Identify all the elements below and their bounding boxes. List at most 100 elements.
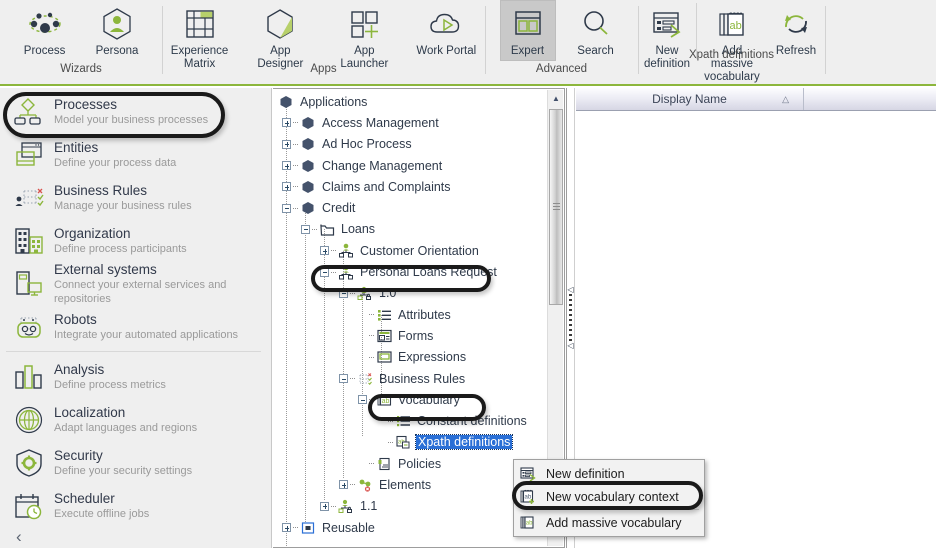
- grid-column-blank[interactable]: [804, 88, 936, 110]
- tree-node-label: Elements: [379, 477, 432, 492]
- ribbon-empty-area: [825, 0, 936, 84]
- expand-icon[interactable]: [282, 182, 291, 192]
- sidebar-item-localization[interactable]: Localization Adapt languages and regions: [0, 398, 271, 441]
- context-menu-item-new-definition[interactable]: New definition: [515, 462, 703, 485]
- scrollbar-thumb[interactable]: [549, 109, 563, 305]
- sidebar-item-analysis[interactable]: Analysis Define process metrics: [0, 355, 271, 398]
- tree-node[interactable]: Credit: [273, 197, 547, 218]
- ribbon-button-search[interactable]: Search: [568, 0, 624, 61]
- ribbon-button-label: Persona: [95, 45, 139, 57]
- sidebar-item-external-systems[interactable]: External systems Connect your external s…: [0, 262, 271, 305]
- tree-node[interactable]: Constant definitions: [273, 410, 547, 431]
- tree-node[interactable]: Reusable: [273, 517, 547, 538]
- expand-icon[interactable]: [282, 139, 291, 149]
- tree-node-xpath-definitions[interactable]: ab Xpath definitions: [273, 432, 547, 453]
- sidebar-item-subtitle: Integrate your automated applications: [54, 328, 239, 341]
- tree-node-personal-loans-request[interactable]: Personal Loans Request: [273, 261, 547, 282]
- work-portal-cloud-icon: [425, 5, 467, 43]
- elements-icon: [356, 477, 374, 493]
- tree-node-vocabulary[interactable]: ab Vocabulary: [273, 389, 547, 410]
- ribbon-button-work-portal[interactable]: Work Portal: [409, 0, 483, 61]
- sidebar-item-text: Robots Integrate your automated applicat…: [54, 312, 238, 342]
- sidebar-collapse-button[interactable]: ‹: [16, 528, 22, 546]
- application-hex-icon: [299, 200, 317, 216]
- context-menu-item-add-massive-vocabulary[interactable]: ab Add massive vocabulary: [515, 511, 703, 534]
- sidebar-item-scheduler[interactable]: Scheduler Execute offline jobs: [0, 484, 271, 527]
- ribbon-button-add-massive-vocabulary[interactable]: ab Add massive vocabulary: [697, 0, 767, 87]
- tree-node[interactable]: Customer Orientation: [273, 240, 547, 261]
- tree-node[interactable]: Claims and Complaints: [273, 176, 547, 197]
- collapse-icon[interactable]: [282, 203, 291, 213]
- ribbon-group-label: Apps: [310, 63, 337, 75]
- sidebar-item-processes[interactable]: Processes Model your business processes: [0, 90, 271, 133]
- tree-node[interactable]: Elements: [273, 474, 547, 495]
- tree-node[interactable]: Change Management: [273, 155, 547, 176]
- ribbon-button-expert[interactable]: Expert: [499, 0, 556, 61]
- tree-node[interactable]: Business Rules: [273, 368, 547, 389]
- expert-window-icon: [507, 5, 549, 43]
- expand-icon[interactable]: [282, 161, 291, 171]
- sidebar-divider: [6, 351, 261, 352]
- sidebar-item-title: Organization: [54, 225, 131, 241]
- localization-globe-icon: [12, 403, 46, 437]
- app-designer-hexagon-icon: [259, 5, 301, 43]
- entities-window-icon: [12, 138, 46, 172]
- sidebar-item-text: Business Rules Manage your business rule…: [54, 183, 192, 213]
- scroll-up-arrow-icon[interactable]: ▲: [548, 90, 564, 107]
- sidebar-item-subtitle: Define your process data: [54, 156, 177, 169]
- sidebar-item-title: Localization: [54, 404, 126, 420]
- sidebar-item-subtitle: Adapt languages and regions: [54, 421, 198, 434]
- tree-node-label: Policies: [398, 456, 442, 471]
- new-definition-icon: [646, 5, 688, 43]
- sidebar-item-security[interactable]: Security Define your security settings: [0, 441, 271, 484]
- sidebar-item-text: Processes Model your business processes: [54, 97, 208, 127]
- expand-icon[interactable]: [320, 246, 329, 256]
- context-menu-separator: [545, 509, 699, 510]
- sort-ascending-icon[interactable]: △: [782, 94, 789, 105]
- collapse-icon[interactable]: [358, 395, 367, 405]
- application-hex-icon: [299, 115, 317, 131]
- tree-node[interactable]: Forms: [273, 325, 547, 346]
- splitter-grip-icon: [569, 294, 572, 342]
- tree-node-label: Reusable: [322, 520, 375, 535]
- ribbon-button-process[interactable]: Process: [17, 0, 73, 61]
- grid-column-display-name[interactable]: Display Name △: [576, 88, 804, 110]
- tree-node[interactable]: Loans: [273, 219, 547, 240]
- sidebar-item-text: Entities Define your process data: [54, 140, 176, 170]
- tree-node[interactable]: 1.0: [273, 283, 547, 304]
- tree-node[interactable]: Applications: [273, 91, 547, 112]
- expand-icon[interactable]: [282, 523, 291, 533]
- sidebar-item-organization[interactable]: Organization Define process participants: [0, 219, 271, 262]
- collapse-icon[interactable]: [301, 224, 310, 234]
- tree-node[interactable]: Policies: [273, 453, 547, 474]
- version-lock-icon: [356, 285, 374, 301]
- svg-text:ab: ab: [729, 20, 741, 32]
- splitter-arrow-left-icon[interactable]: ◁: [567, 286, 573, 294]
- sidebar-item-title: External systems: [54, 261, 157, 277]
- collapse-icon[interactable]: [339, 288, 348, 298]
- tree-node[interactable]: Attributes: [273, 304, 547, 325]
- expand-icon[interactable]: [282, 118, 291, 128]
- sidebar-item-entities[interactable]: Entities Define your process data: [0, 133, 271, 176]
- tree-node-label: Business Rules: [379, 371, 466, 386]
- sidebar-item-business-rules[interactable]: Business Rules Manage your business rule…: [0, 176, 271, 219]
- sidebar-item-title: Scheduler: [54, 490, 115, 506]
- ribbon-group-label: Advanced: [535, 63, 588, 75]
- tree-node-label: Access Management: [322, 115, 439, 130]
- context-menu-item-new-vocabulary-context[interactable]: ab New vocabulary context: [515, 485, 703, 508]
- sidebar-item-robots[interactable]: Robots Integrate your automated applicat…: [0, 305, 271, 348]
- grid-column-label: Display Name: [652, 92, 727, 106]
- organization-building-icon: [12, 224, 46, 258]
- tree-node[interactable]: 1.1: [273, 496, 547, 517]
- sidebar-item-title: Analysis: [54, 361, 105, 377]
- left-sidebar: Processes Model your business processes …: [0, 88, 272, 548]
- tree-node[interactable]: Access Management: [273, 112, 547, 133]
- collapse-icon[interactable]: [339, 374, 348, 383]
- tree-node[interactable]: Expressions: [273, 347, 547, 368]
- ribbon-button-persona[interactable]: Persona: [89, 0, 146, 61]
- splitter-arrow-left-icon-bottom[interactable]: ◁: [567, 342, 573, 350]
- expand-icon[interactable]: [320, 501, 329, 511]
- tree-node[interactable]: Ad Hoc Process: [273, 134, 547, 155]
- expand-icon[interactable]: [339, 480, 348, 490]
- collapse-icon[interactable]: [320, 267, 329, 277]
